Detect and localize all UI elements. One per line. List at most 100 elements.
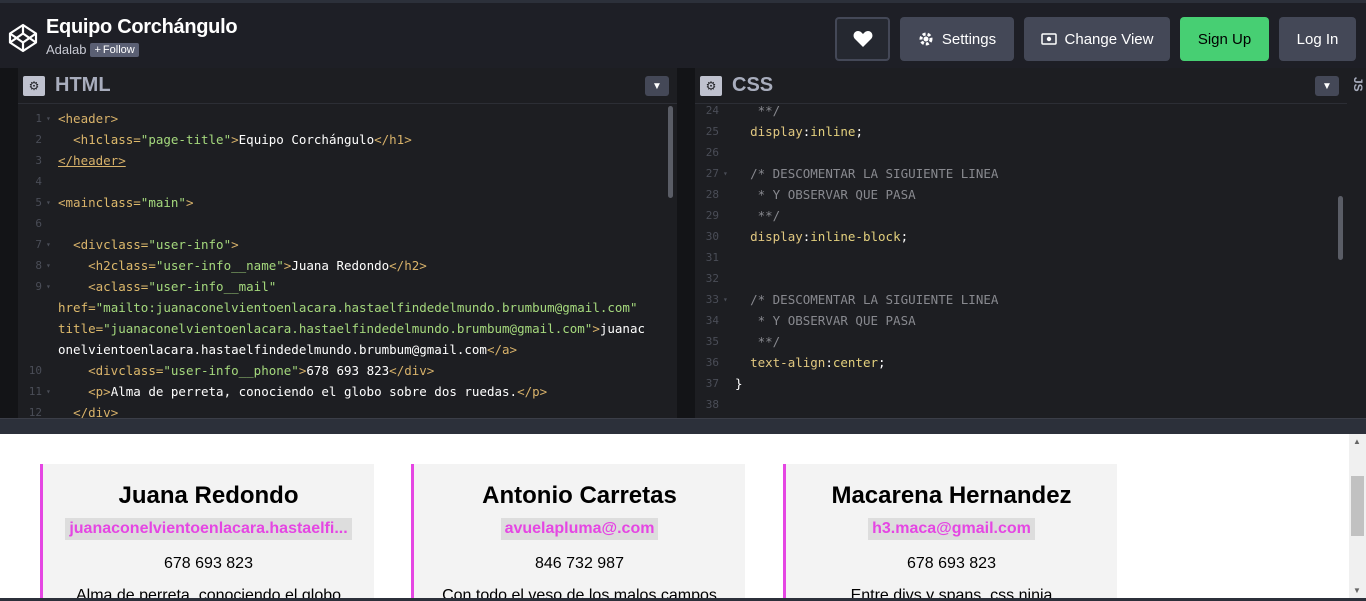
preview-resizer[interactable] (0, 418, 1366, 434)
html-settings-icon[interactable]: ⚙ (23, 75, 45, 96)
line-number: 26 (705, 146, 719, 159)
log-in-button[interactable]: Log In (1279, 17, 1356, 61)
user-card: Macarena Hernandez h3.maca@gmail.com 678… (783, 464, 1117, 601)
css-code[interactable]: 24 **/ 25 display: inline; 26 27 ▾ /* DES… (695, 100, 1347, 415)
code-text: </p> (517, 384, 548, 399)
code-text: </h1> (374, 132, 412, 147)
code-text: onelvientoenlacara.hastaelfindedelmundo.… (58, 342, 487, 357)
editor-resizer-left[interactable] (0, 68, 18, 418)
code-text: class= (103, 279, 149, 294)
code-text: <div (88, 363, 119, 378)
html-editor-scrollbar[interactable] (668, 106, 673, 198)
css-editor: ⚙ CSS ▼ 24 **/ 25 display: inline; 26 27… (695, 68, 1347, 418)
code-text: class= (110, 258, 156, 273)
js-editor-tab[interactable]: JS (1347, 68, 1366, 418)
code-text: Equipo Corchángulo (238, 132, 375, 147)
line-number: 30 (705, 230, 719, 243)
line-number: 35 (705, 335, 719, 348)
code-text: <div (73, 237, 104, 252)
scroll-up-icon[interactable]: ▲ (1353, 437, 1361, 446)
code-text: ; (900, 229, 909, 244)
html-editor: ⚙ HTML ▼ 1 ▾ <header> 2 <h1 class= "page-ti… (18, 68, 677, 420)
code-text: > (298, 363, 307, 378)
editor-resizer-middle[interactable] (677, 68, 695, 418)
line-number: 38 (705, 398, 719, 411)
scroll-down-icon[interactable]: ▼ (1353, 586, 1361, 595)
code-text: <a (88, 279, 104, 294)
code-text: "user-info__phone" (163, 363, 299, 378)
preview-scroll-thumb[interactable] (1351, 476, 1364, 536)
line-number: 27 (705, 167, 719, 180)
html-collapse-chevron-icon[interactable]: ▼ (645, 76, 669, 96)
pen-title[interactable]: Equipo Corchángulo (46, 16, 238, 39)
code-text: } (735, 376, 743, 391)
code-text: Juana Redondo (291, 258, 390, 273)
follow-button[interactable]: + Follow (90, 42, 139, 57)
css-editor-header: ⚙ CSS ▼ (695, 68, 1347, 104)
code-text: * Y OBSERVAR QUE PASA (750, 187, 916, 202)
code-text: /* DESCOMENTAR LA SIGUIENTE LINEA (750, 166, 999, 181)
fold-icon[interactable]: ▾ (723, 289, 735, 310)
author-name[interactable]: Adalab (46, 42, 86, 57)
fold-icon[interactable]: ▾ (46, 108, 58, 129)
code-text: **/ (750, 334, 781, 349)
user-mail-link[interactable]: juanaconelvientoenlacara.hastaelfi... (65, 518, 352, 540)
fold-icon[interactable]: ▾ (46, 234, 58, 255)
css-settings-icon[interactable]: ⚙ (700, 75, 722, 96)
line-number: 25 (705, 125, 719, 138)
css-collapse-chevron-icon[interactable]: ▼ (1315, 76, 1339, 96)
code-text: "juanaconelvientoenlacara.hastaelfindede… (103, 321, 593, 336)
html-editor-header: ⚙ HTML ▼ (18, 68, 677, 104)
user-card: Juana Redondo juanaconelvientoenlacara.h… (40, 464, 374, 601)
follow-label: Follow (102, 43, 135, 56)
code-text: > (185, 195, 194, 210)
code-text: juanac (599, 321, 646, 336)
code-text: <h2 (88, 258, 111, 273)
user-mail-link[interactable]: avuelapluma@.com (500, 518, 659, 540)
code-text: <p> (88, 384, 111, 399)
fold-icon[interactable]: ▾ (46, 276, 58, 297)
code-text: > (231, 237, 239, 252)
code-text: display (750, 229, 803, 244)
editor-area: ⚙ HTML ▼ 1 ▾ <header> 2 <h1 class= "page-ti… (0, 68, 1366, 420)
code-text: : (802, 124, 811, 139)
love-button[interactable] (835, 17, 890, 61)
code-text: center (832, 355, 879, 370)
code-text: class= (118, 363, 164, 378)
code-text: href= (58, 300, 96, 315)
code-text: inline-block (810, 229, 901, 244)
code-text: 678 693 823 (306, 363, 390, 378)
user-card: Antonio Carretas avuelapluma@.com 846 73… (411, 464, 745, 601)
code-text: class= (95, 132, 141, 147)
pen-author: Adalab + Follow (46, 42, 139, 57)
settings-label: Settings (941, 30, 997, 48)
fold-icon[interactable]: ▾ (46, 255, 58, 276)
top-bar: Equipo Corchángulo Adalab + Follow Settin… (0, 0, 1366, 68)
code-text: Alma de perreta, conociendo el globo sob… (110, 384, 518, 399)
code-text: <main (58, 195, 96, 210)
user-mail-link[interactable]: h3.maca@gmail.com (868, 518, 1035, 540)
user-phone: 678 693 823 (164, 555, 253, 572)
html-editor-title: HTML (55, 74, 111, 96)
fold-icon[interactable]: ▾ (46, 192, 58, 213)
line-number: 31 (705, 251, 719, 264)
code-text: <header> (58, 111, 119, 126)
code-text: "main" (140, 195, 186, 210)
codepen-logo-icon[interactable] (8, 23, 38, 53)
sign-up-button[interactable]: Sign Up (1180, 17, 1269, 61)
code-text: : (802, 229, 811, 244)
preview-scrollbar[interactable]: ▲ ▼ (1349, 434, 1366, 601)
fold-icon[interactable]: ▾ (723, 163, 735, 184)
settings-button[interactable]: Settings (900, 17, 1014, 61)
change-view-button[interactable]: Change View (1024, 17, 1170, 61)
code-text: "user-info" (148, 237, 232, 252)
css-editor-scrollbar[interactable] (1338, 196, 1343, 260)
html-code[interactable]: 1 ▾ <header> 2 <h1 class= "page-title" > Equi… (18, 104, 677, 423)
fold-icon[interactable]: ▾ (46, 381, 58, 402)
result-preview: Juana Redondo juanaconelvientoenlacara.h… (0, 434, 1349, 601)
code-text: > (231, 132, 239, 147)
eye-icon (1040, 33, 1057, 45)
user-name: Juana Redondo (118, 482, 299, 509)
line-number: 24 (705, 104, 719, 117)
user-name: Macarena Hernandez (831, 482, 1072, 509)
